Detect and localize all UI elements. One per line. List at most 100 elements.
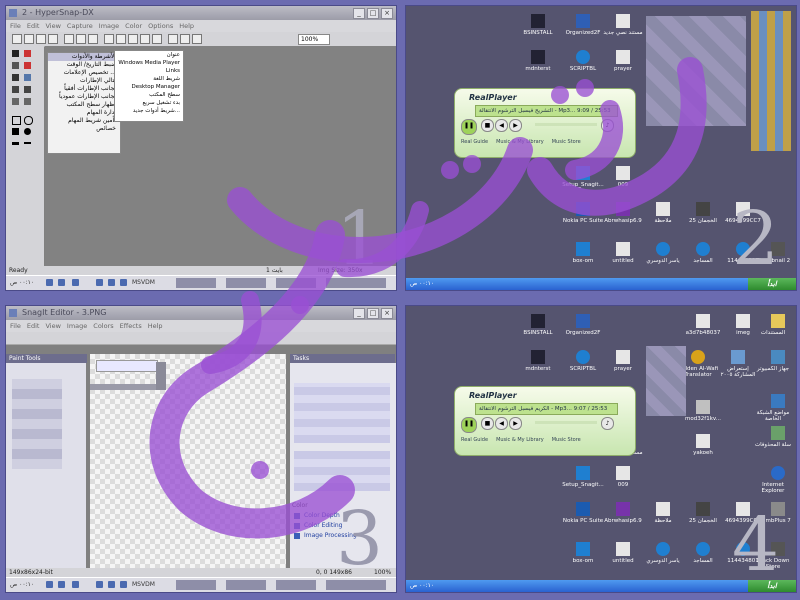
music-library-link[interactable]: Music & My Library <box>496 137 544 147</box>
previous-button[interactable]: ◀ <box>495 417 508 430</box>
desktop-file-icon[interactable] <box>616 166 630 180</box>
desktop-file-icon[interactable] <box>616 542 630 556</box>
rectangle-tool-icon[interactable] <box>12 116 21 125</box>
desktop-file-icon[interactable] <box>656 542 670 556</box>
desktop-file-icon[interactable] <box>616 242 630 256</box>
menu-item[interactable]: ضبط التاريخ/ الوقت <box>48 61 120 69</box>
menu-file[interactable]: File <box>10 20 21 32</box>
eraser-tool-icon[interactable] <box>24 62 31 69</box>
save-icon[interactable] <box>36 34 46 44</box>
desktop-file-icon[interactable] <box>656 502 670 516</box>
seek-bar[interactable] <box>535 421 597 424</box>
desktop-file-icon[interactable] <box>616 502 630 516</box>
menu-item[interactable]: تتالي الإطارات <box>48 77 120 85</box>
desktop-file-icon[interactable] <box>531 50 545 64</box>
fill-tool-icon[interactable] <box>24 74 31 81</box>
tray-icon[interactable] <box>72 279 79 286</box>
select-tool-icon[interactable] <box>12 50 19 57</box>
desktop-file-icon[interactable] <box>696 542 710 556</box>
desktop-file-icon[interactable] <box>616 50 630 64</box>
next-button[interactable]: ▶ <box>509 119 522 132</box>
music-library-link[interactable]: Music & My Library <box>496 435 544 445</box>
menu-image[interactable]: Image <box>99 20 119 32</box>
cut-icon[interactable] <box>64 34 74 44</box>
tray-icon[interactable] <box>58 581 65 588</box>
spray-tool-icon[interactable] <box>24 98 31 105</box>
zoom-out-icon[interactable] <box>180 34 190 44</box>
tray-icon[interactable] <box>120 581 127 588</box>
copy-icon[interactable] <box>76 34 86 44</box>
arrow-tool-icon[interactable] <box>24 86 31 93</box>
menu-options[interactable]: Options <box>148 20 173 32</box>
desktop-file-icon[interactable] <box>696 434 710 448</box>
submenu-item[interactable]: سطح المكتب <box>115 91 183 99</box>
menu-color[interactable]: Color <box>125 20 142 32</box>
menu-item[interactable]: تجانب الإطارات أفقياً <box>48 85 120 93</box>
menu-item[interactable]: خصائص <box>48 125 120 133</box>
tray-icon[interactable] <box>120 279 127 286</box>
filled-ellipse-icon[interactable] <box>24 128 31 135</box>
menu-capture[interactable]: Capture <box>67 20 93 32</box>
menu-view[interactable]: View <box>45 20 60 32</box>
desktop-file-icon[interactable] <box>616 466 630 480</box>
menu-item[interactable]: تخصيص الإعلامات ... <box>48 69 120 77</box>
desktop-file-icon[interactable] <box>531 350 545 364</box>
filled-rectangle-icon[interactable] <box>12 128 19 135</box>
stop-button[interactable]: ■ <box>481 119 494 132</box>
capture-icon[interactable] <box>116 34 126 44</box>
tray-icon[interactable] <box>96 279 103 286</box>
submenu-item[interactable]: Windows Media Player <box>115 59 183 67</box>
minimize-button[interactable]: _ <box>353 308 365 319</box>
menu-item[interactable]: تأمين شريط المهام <box>48 117 120 125</box>
stop-button[interactable]: ■ <box>481 417 494 430</box>
translator-icon[interactable] <box>691 350 705 364</box>
submenu-item[interactable]: شريط اللغة <box>115 75 183 83</box>
seek-bar[interactable] <box>535 123 597 126</box>
start-button[interactable]: ابدأ <box>748 278 796 290</box>
internet-explorer-icon[interactable] <box>771 466 785 480</box>
crop-tool-icon[interactable] <box>12 62 19 69</box>
desktop-file-icon[interactable] <box>576 314 590 328</box>
desktop-file-icon[interactable] <box>656 202 670 216</box>
brush-tool-icon[interactable] <box>12 98 19 105</box>
pen-tool-icon[interactable] <box>24 50 31 57</box>
desktop-file-icon[interactable] <box>531 314 545 328</box>
close-button[interactable]: × <box>381 8 393 19</box>
ellipse-tool-icon[interactable] <box>24 116 33 125</box>
desktop-file-icon[interactable] <box>576 50 590 64</box>
desktop-file-icon[interactable] <box>616 350 630 364</box>
next-button[interactable]: ▶ <box>509 417 522 430</box>
desktop-file-icon[interactable] <box>576 14 590 28</box>
desktop-file-icon[interactable] <box>696 242 710 256</box>
real-guide-link[interactable]: Real Guide <box>461 137 488 147</box>
previous-button[interactable]: ◀ <box>495 119 508 132</box>
menu-help[interactable]: Help <box>148 320 163 332</box>
menu-view[interactable]: View <box>45 320 60 332</box>
menu-colors[interactable]: Colors <box>93 320 113 332</box>
taskbar-app[interactable]: MSVDM <box>132 581 155 588</box>
real-guide-link[interactable]: Real Guide <box>461 435 488 445</box>
desktop-file-icon[interactable] <box>696 202 710 216</box>
new-icon[interactable] <box>12 34 22 44</box>
line-width-icon[interactable] <box>12 142 19 145</box>
line-style-icon[interactable] <box>24 142 31 144</box>
taskbar-app[interactable]: MSVDM <box>132 279 155 286</box>
menu-edit[interactable]: Edit <box>27 20 40 32</box>
desktop-file-icon[interactable] <box>576 202 590 216</box>
submenu-item[interactable]: بدء تشغيل سريع <box>115 99 183 107</box>
desktop-file-icon[interactable] <box>696 502 710 516</box>
menu-help[interactable]: Help <box>179 20 194 32</box>
desktop-file-icon[interactable] <box>616 202 630 216</box>
tray-icon[interactable] <box>108 581 115 588</box>
music-store-link[interactable]: Music Store <box>552 137 581 147</box>
desktop-file-icon[interactable] <box>696 400 710 414</box>
start-button[interactable]: ابدأ <box>748 580 796 592</box>
network-icon[interactable] <box>771 394 785 408</box>
desktop-file-icon[interactable] <box>731 350 745 364</box>
open-icon[interactable] <box>24 34 34 44</box>
desktop-file-icon[interactable] <box>576 542 590 556</box>
desktop-file-icon[interactable] <box>576 350 590 364</box>
desktop-file-icon[interactable] <box>616 14 630 28</box>
desktop-file-icon[interactable] <box>576 166 590 180</box>
menu-file[interactable]: File <box>10 320 21 332</box>
